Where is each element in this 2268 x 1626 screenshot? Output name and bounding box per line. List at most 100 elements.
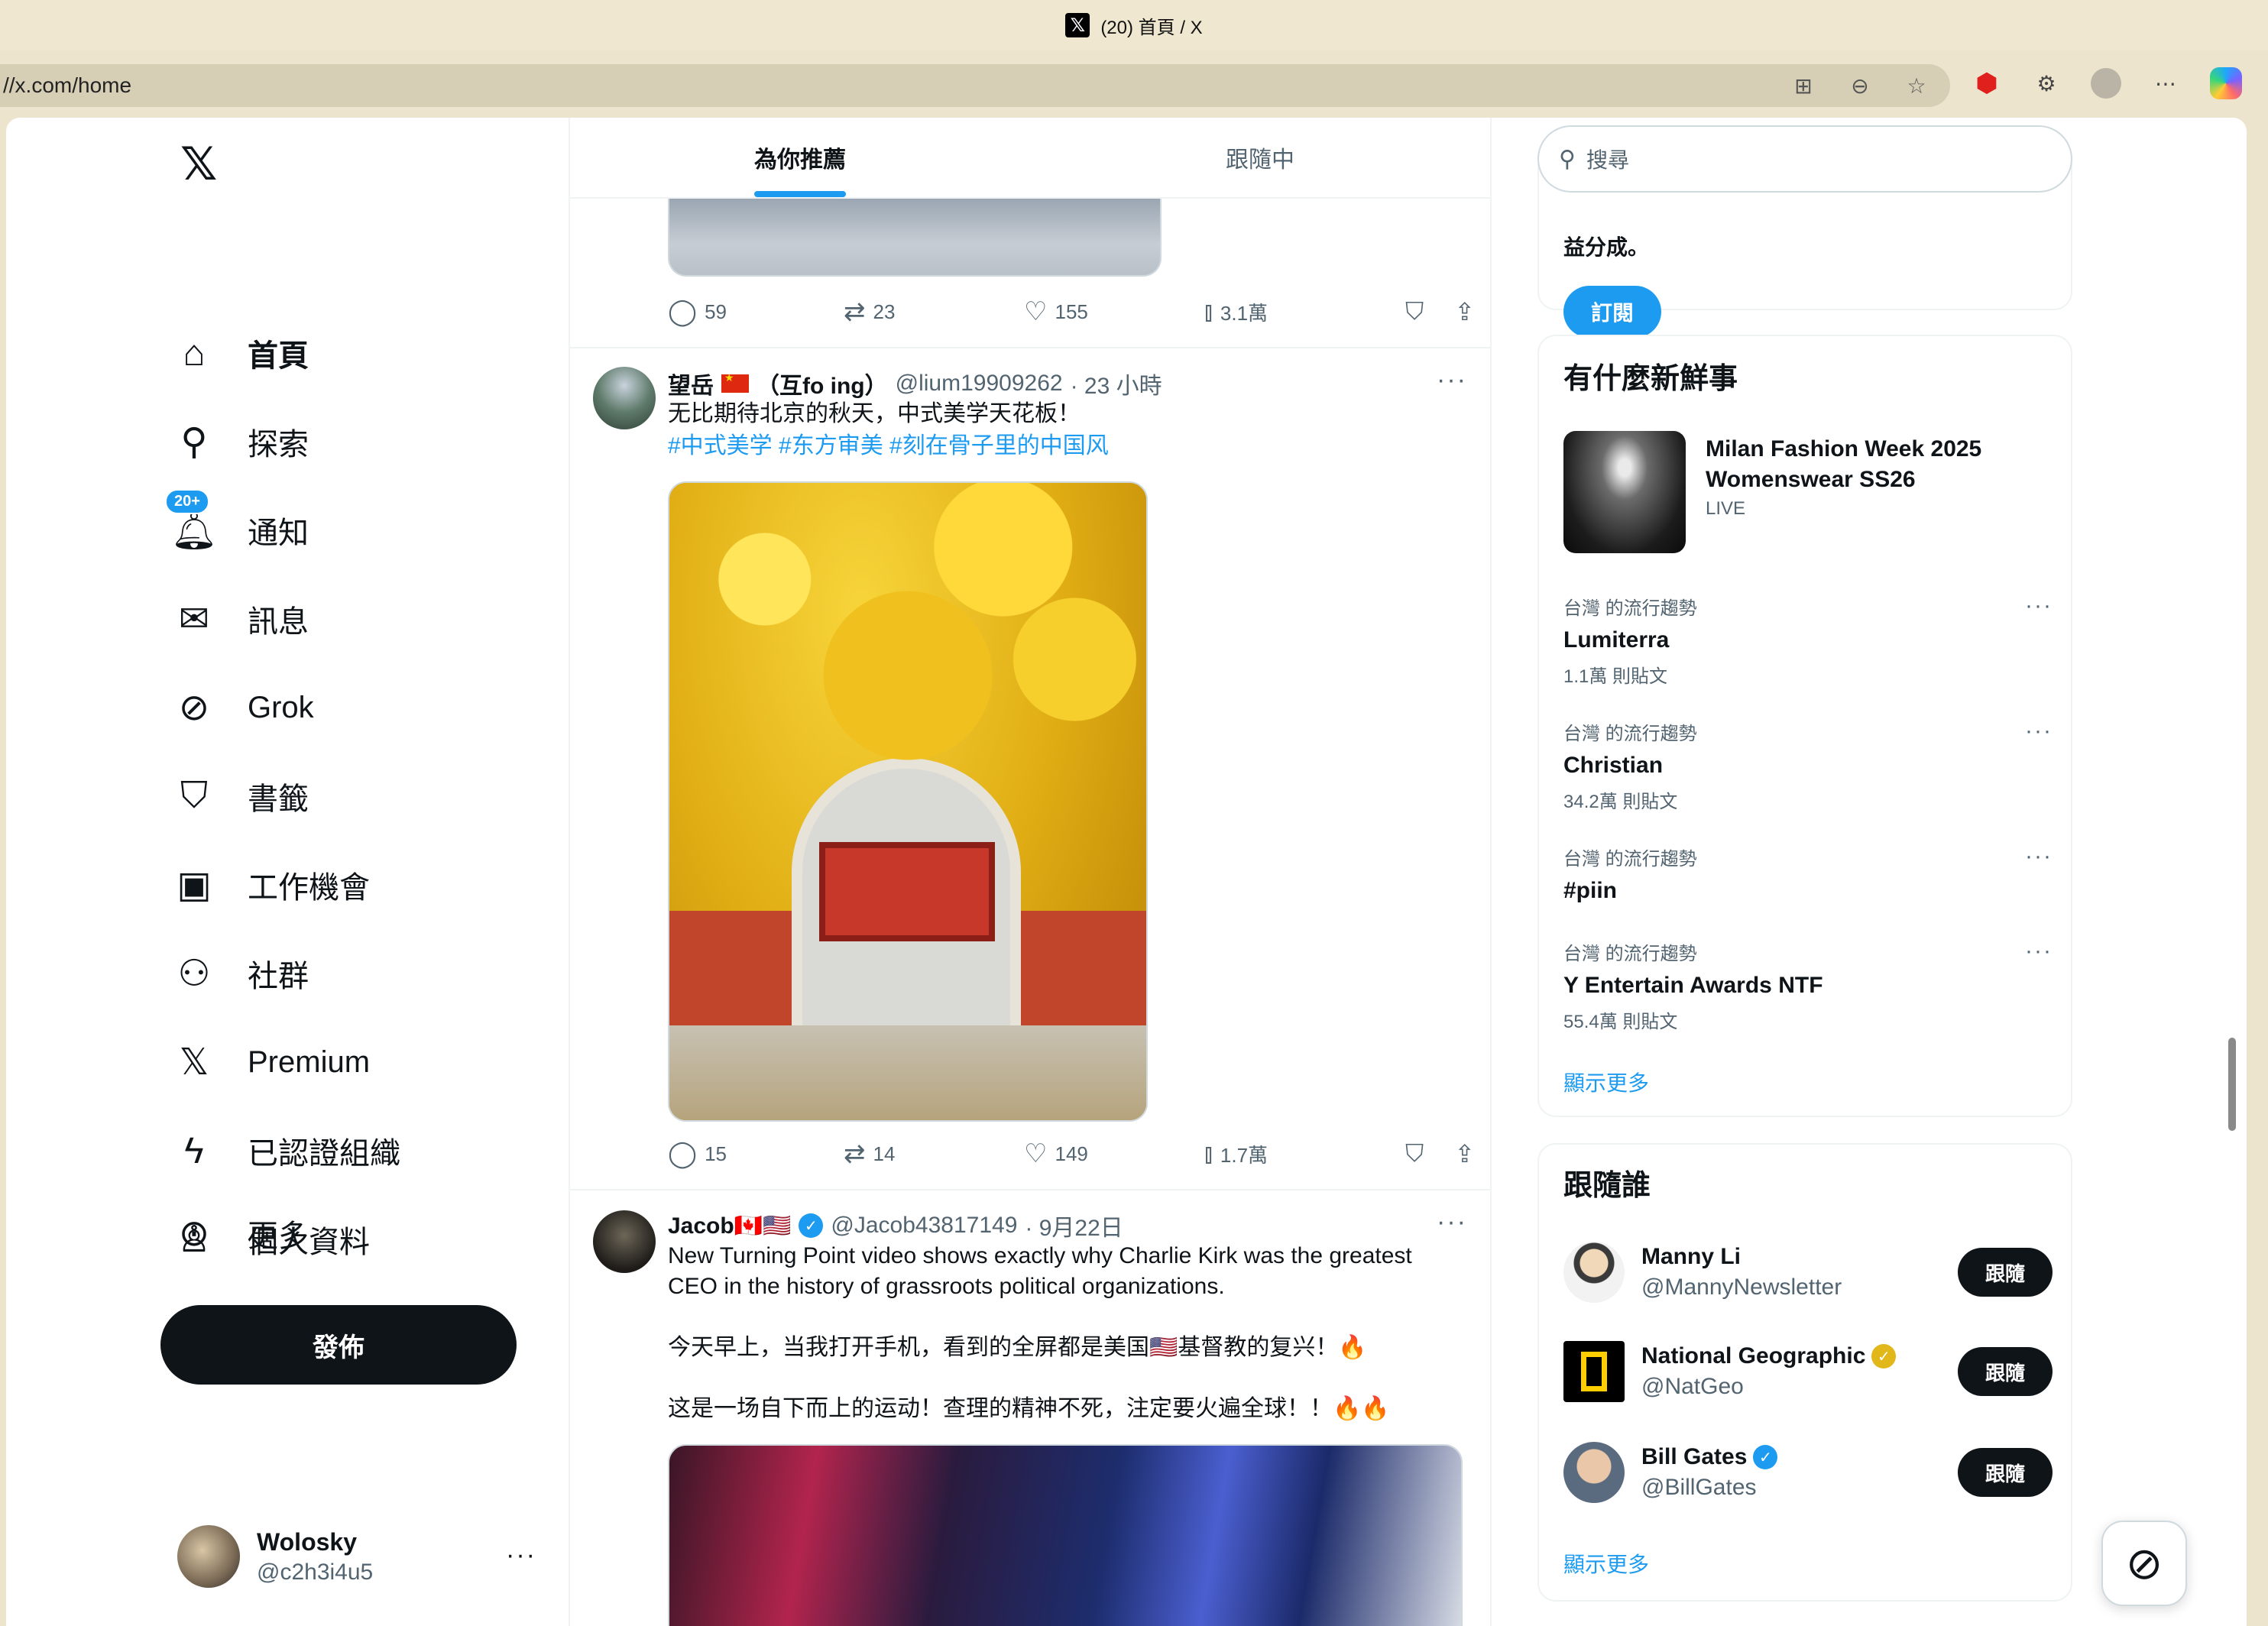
- nav-item-2[interactable]: 🔔︎ 20+ 通知: [165, 489, 309, 561]
- copilot-icon[interactable]: [2210, 67, 2242, 99]
- account-more-icon[interactable]: ···: [506, 1540, 536, 1570]
- browser-titlebar: 𝕏 (20) 首頁 / X: [0, 0, 2268, 50]
- trend-item[interactable]: 台灣 的流行趨勢 Christian 34.2萬 則貼文 ···: [1563, 718, 2053, 813]
- share-icon[interactable]: ⇪: [1454, 1139, 1475, 1168]
- search-input[interactable]: 搜尋: [1586, 144, 1629, 174]
- trend-more-icon[interactable]: ···: [2025, 938, 2053, 964]
- tweet-avatar[interactable]: [593, 367, 656, 429]
- follow-suggestion[interactable]: National Geographic ✓ @NatGeo 跟隨: [1563, 1337, 2053, 1406]
- post-button[interactable]: 發佈: [160, 1305, 517, 1385]
- tab-following[interactable]: 跟隨中: [1030, 118, 1490, 197]
- like-count: 155: [1055, 300, 1088, 323]
- tweet-actions: ◯ 15 ⇄ 14 ♡ 149 ⫾ 1.7萬 ⛉ ⇪: [668, 1139, 1475, 1169]
- browser-toolbar: //x.com/home ⊞ ⊖ ☆ ⬢ ⚙ ⋯: [0, 60, 2268, 115]
- views-button[interactable]: ⫾ 3.1萬: [1204, 297, 1268, 327]
- search-box[interactable]: ⚲ 搜尋: [1537, 125, 2072, 193]
- live-event-thumbnail[interactable]: [1563, 431, 1686, 553]
- tweet-handle[interactable]: @lium19909262: [896, 371, 1063, 397]
- tweet-text: 这是一场自下而上的运动！查理的精神不死，注定要火遍全球！！🔥🔥: [668, 1396, 1390, 1421]
- premium-text: 益分成。: [1563, 235, 1650, 259]
- x-favicon-icon: 𝕏: [1065, 13, 1090, 37]
- trend-more-icon[interactable]: ···: [2025, 718, 2053, 744]
- nav-item-9[interactable]: ϟ 已認證組織: [173, 1120, 400, 1181]
- grok-floating-button[interactable]: ⊘: [2101, 1521, 2187, 1606]
- trends-show-more-link[interactable]: 顯示更多: [1563, 1067, 1649, 1097]
- share-icon[interactable]: ⇪: [1454, 297, 1475, 326]
- tweet-handle[interactable]: @Jacob43817149: [831, 1213, 1017, 1239]
- like-button[interactable]: ♡ 149: [1024, 1139, 1204, 1169]
- like-button[interactable]: ♡ 155: [1024, 296, 1204, 327]
- tweet-more-icon[interactable]: ···: [1437, 365, 1467, 395]
- follow-button[interactable]: 跟隨: [1958, 1248, 2053, 1297]
- tweet-header: Jacob🇨🇦🇺🇸 ✓ @Jacob43817149 · 9月22日: [668, 1209, 1123, 1242]
- retweet-button[interactable]: ⇄ 14: [844, 1139, 1024, 1169]
- live-badge: LIVE: [1706, 498, 1746, 519]
- nav-label: Premium: [248, 1045, 371, 1079]
- trends-title: 有什麼新鮮事: [1563, 363, 1738, 395]
- x-logo-icon[interactable]: 𝕏: [180, 138, 217, 191]
- follow-avatar[interactable]: [1563, 1242, 1625, 1303]
- nav-item-5[interactable]: ⛉ 書籤: [173, 766, 309, 827]
- follow-avatar[interactable]: [1563, 1442, 1625, 1503]
- follow-handle: @MannyNewsletter: [1641, 1275, 1842, 1300]
- trend-item[interactable]: 台灣 的流行趨勢 Y Entertain Awards NTF 55.4萬 則貼文 ·…: [1563, 938, 2053, 1033]
- tweet-more-icon[interactable]: ···: [1437, 1207, 1467, 1237]
- retweet-icon: ⇄: [844, 297, 866, 326]
- page-scrollbar[interactable]: [2228, 1038, 2236, 1131]
- tweet-avatar[interactable]: [593, 1210, 656, 1273]
- url-text: //x.com/home: [3, 73, 132, 97]
- trend-more-icon[interactable]: ···: [2025, 593, 2053, 619]
- nav-item-more[interactable]: ⊙ 更多: [173, 1203, 309, 1264]
- tab-for-you[interactable]: 為你推薦: [570, 118, 1030, 197]
- retweet-button[interactable]: ⇄ 23: [844, 296, 1024, 327]
- browser-tab[interactable]: 𝕏 (20) 首頁 / X: [1065, 12, 1203, 39]
- nav-label: 書籤: [248, 782, 309, 816]
- extensions-puzzle-icon[interactable]: ⚙: [2031, 68, 2062, 99]
- follow-suggestion[interactable]: Manny Li @MannyNewsletter 跟隨: [1563, 1238, 2053, 1307]
- tweet-time[interactable]: · 23 小時: [1071, 367, 1162, 400]
- address-bar[interactable]: //x.com/home ⊞ ⊖ ☆: [0, 64, 1950, 107]
- tweet-time[interactable]: · 9月22日: [1025, 1209, 1123, 1242]
- nav-item-6[interactable]: ▣ 工作機會: [173, 854, 370, 915]
- nav-item-1[interactable]: ⚲ 探索: [173, 411, 309, 472]
- tweet-author-name[interactable]: 望岳: [668, 367, 714, 400]
- prev-tweet-media[interactable]: [668, 199, 1162, 277]
- nav-item-7[interactable]: ⚇ 社群: [173, 943, 309, 1004]
- browser-menu-icon[interactable]: ⋯: [2150, 68, 2181, 99]
- nav-item-4[interactable]: ⊘ Grok: [173, 677, 314, 738]
- account-switcher[interactable]: Wolosky @c2h3i4u5 ···: [177, 1525, 544, 1588]
- trend-item[interactable]: 台灣 的流行趨勢 #piin ···: [1563, 844, 2053, 904]
- subscribe-button[interactable]: 訂閱: [1563, 286, 1661, 338]
- tweet-text: 今天早上，当我打开手机，看到的全屏都是美国🇺🇸基督教的复兴！🔥: [668, 1335, 1367, 1360]
- live-event-title[interactable]: Milan Fashion Week 2025 Womenswear SS26: [1706, 434, 2042, 495]
- tweet-photo[interactable]: [668, 481, 1148, 1122]
- views-button[interactable]: ⫾ 1.7萬: [1204, 1139, 1268, 1169]
- who-to-follow-card: 跟隨誰 Manny Li @MannyNewsletter 跟隨 National G…: [1537, 1143, 2072, 1602]
- tweet-author-name[interactable]: Jacob🇨🇦🇺🇸: [668, 1213, 791, 1239]
- reply-button[interactable]: ◯ 15: [668, 1139, 844, 1169]
- nav-item-0[interactable]: ⌂ 首頁: [173, 322, 309, 384]
- reply-count: 59: [705, 300, 727, 323]
- split-screen-icon[interactable]: ⊞: [1788, 70, 1819, 101]
- left-navigation: 𝕏 ⌂ 首頁 ⚲ 探索 🔔︎ 20+ 通知 ✉ 訊息 ⊘ Grok ⛉ 書籤 ▣ 工作機會 ⚇ 社群 𝕏 Premi…: [6, 118, 569, 1626]
- favorite-star-icon[interactable]: ☆: [1901, 70, 1932, 101]
- follow-suggestion[interactable]: Bill Gates ✓ @BillGates 跟隨: [1563, 1438, 2053, 1507]
- ublock-shield-icon[interactable]: ⬢: [1972, 68, 2002, 99]
- tweet-hashtags[interactable]: #中式美学 #东方审美 #刻在骨子里的中国风: [668, 431, 1463, 462]
- trend-count: 55.4萬 則貼文: [1563, 1012, 1678, 1032]
- nav-item-3[interactable]: ✉ 訊息: [173, 588, 309, 649]
- trend-count: 1.1萬 則貼文: [1563, 666, 1668, 687]
- trend-more-icon[interactable]: ···: [2025, 844, 2053, 870]
- follow-button[interactable]: 跟隨: [1958, 1448, 2053, 1497]
- follow-button[interactable]: 跟隨: [1958, 1347, 2053, 1396]
- nav-item-8[interactable]: 𝕏 Premium: [173, 1032, 370, 1093]
- reader-icon[interactable]: ⊖: [1845, 70, 1875, 101]
- bookmark-icon[interactable]: ⛉: [1405, 1139, 1424, 1168]
- trend-item[interactable]: 台灣 的流行趨勢 Lumiterra 1.1萬 則貼文 ···: [1563, 593, 2053, 688]
- tweet-video[interactable]: [668, 1444, 1463, 1626]
- browser-profile-avatar[interactable]: [2091, 68, 2121, 99]
- bookmark-icon[interactable]: ⛉: [1405, 297, 1424, 326]
- reply-button[interactable]: ◯ 59: [668, 296, 844, 327]
- follow-show-more-link[interactable]: 顯示更多: [1563, 1548, 1649, 1579]
- natgeo-avatar[interactable]: [1563, 1341, 1625, 1402]
